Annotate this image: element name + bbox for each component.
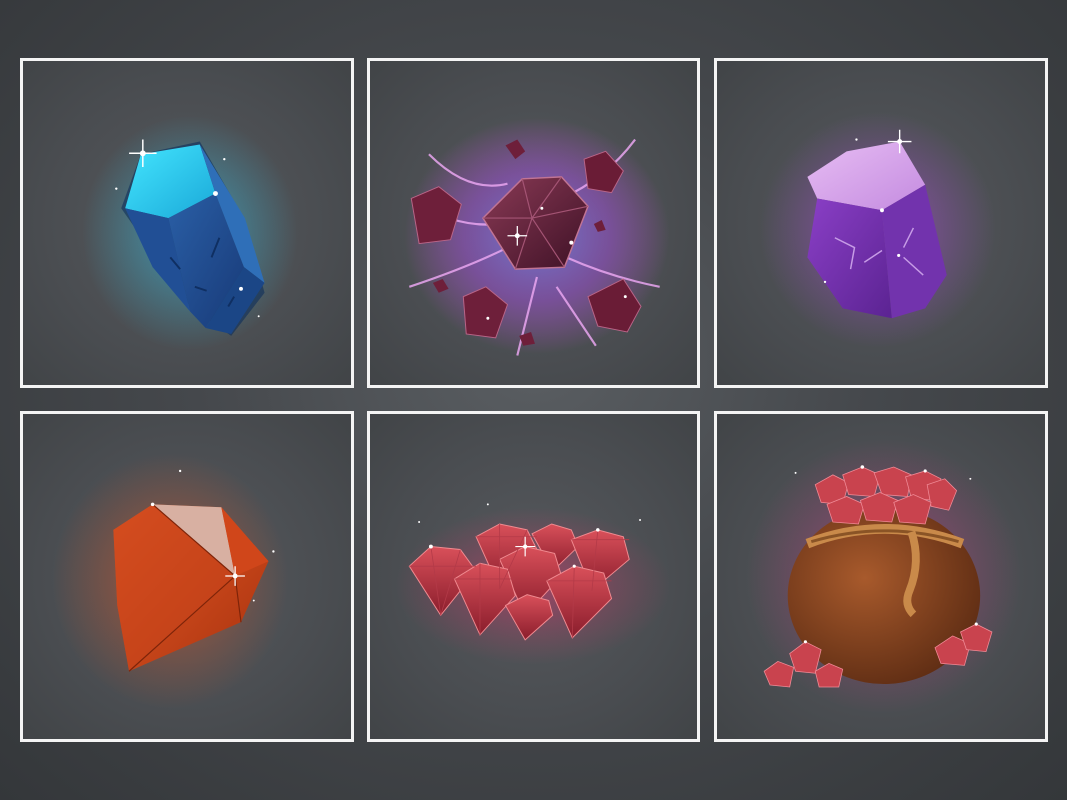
item-tile-blue-crystal[interactable] [20, 58, 354, 388]
item-tile-pot-of-rubies[interactable] [714, 411, 1048, 742]
ruby-pile-icon [395, 503, 671, 665]
item-tile-ruby-pile[interactable] [367, 411, 700, 742]
item-tile-orange-crystal[interactable] [20, 411, 354, 742]
item-tile-purple-crystal[interactable] [714, 58, 1048, 388]
item-tile-dark-gem-explosion[interactable] [367, 58, 700, 388]
blue-crystal-icon [81, 115, 298, 351]
dark-gem-explosion-icon [404, 117, 670, 356]
purple-crystal-icon [760, 112, 996, 348]
orange-crystal-icon [52, 453, 289, 709]
pot-of-rubies-icon [746, 438, 1022, 714]
